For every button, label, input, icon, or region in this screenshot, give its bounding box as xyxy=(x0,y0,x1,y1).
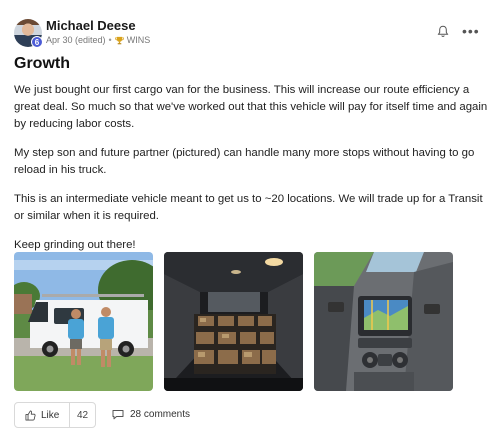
comment-icon xyxy=(112,410,124,420)
category-badge[interactable]: WINS xyxy=(127,35,151,45)
post-image-van-exterior[interactable] xyxy=(14,252,153,391)
comments-button[interactable]: 28 comments xyxy=(112,409,190,420)
like-count[interactable]: 42 xyxy=(69,403,95,427)
post-meta: Apr 30 (edited) • WINS xyxy=(46,35,150,45)
post-image-van-interior[interactable] xyxy=(164,252,303,391)
like-button[interactable]: Like 42 xyxy=(14,402,96,428)
thumbs-up-icon xyxy=(25,410,36,420)
comments-count: 28 comments xyxy=(130,409,191,420)
post-paragraph: My step son and future partner (pictured… xyxy=(14,147,475,176)
level-badge: 6 xyxy=(31,36,43,48)
author-name[interactable]: Michael Deese xyxy=(46,18,136,33)
like-label: Like xyxy=(41,409,60,421)
post-title: Growth xyxy=(14,55,70,72)
post-body: We just bought our first cargo van for t… xyxy=(14,82,492,266)
post-date: Apr 30 (edited) xyxy=(46,35,106,45)
post-card: 6 Michael Deese Apr 30 (edited) • WINS •… xyxy=(0,0,502,434)
post-paragraph: This is an intermediate vehicle meant to… xyxy=(14,193,483,222)
more-options-icon[interactable]: ••• xyxy=(462,24,480,38)
meta-separator: • xyxy=(108,35,112,45)
post-image-dashboard[interactable] xyxy=(314,252,453,391)
trophy-icon xyxy=(114,36,124,44)
post-paragraph: We just bought our first cargo van for t… xyxy=(14,84,488,130)
bell-icon[interactable] xyxy=(437,25,449,38)
